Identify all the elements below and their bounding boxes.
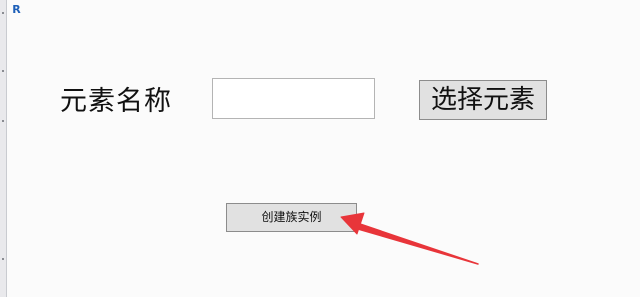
left-window-border [0, 0, 7, 297]
border-tick [2, 120, 4, 122]
select-element-button[interactable]: 选择元素 [419, 80, 547, 120]
element-name-label: 元素名称 [60, 86, 172, 117]
dialog-window: R 元素名称 选择元素 创建族实例 [0, 0, 640, 297]
red-arrow-annotation [340, 212, 479, 265]
border-tick [2, 12, 4, 14]
revit-app-icon: R [12, 3, 21, 16]
element-name-input[interactable] [212, 78, 375, 119]
arrow-shaft [357, 223, 479, 265]
border-tick [2, 258, 4, 260]
border-tick [2, 70, 4, 72]
create-family-instance-button[interactable]: 创建族实例 [226, 203, 357, 232]
